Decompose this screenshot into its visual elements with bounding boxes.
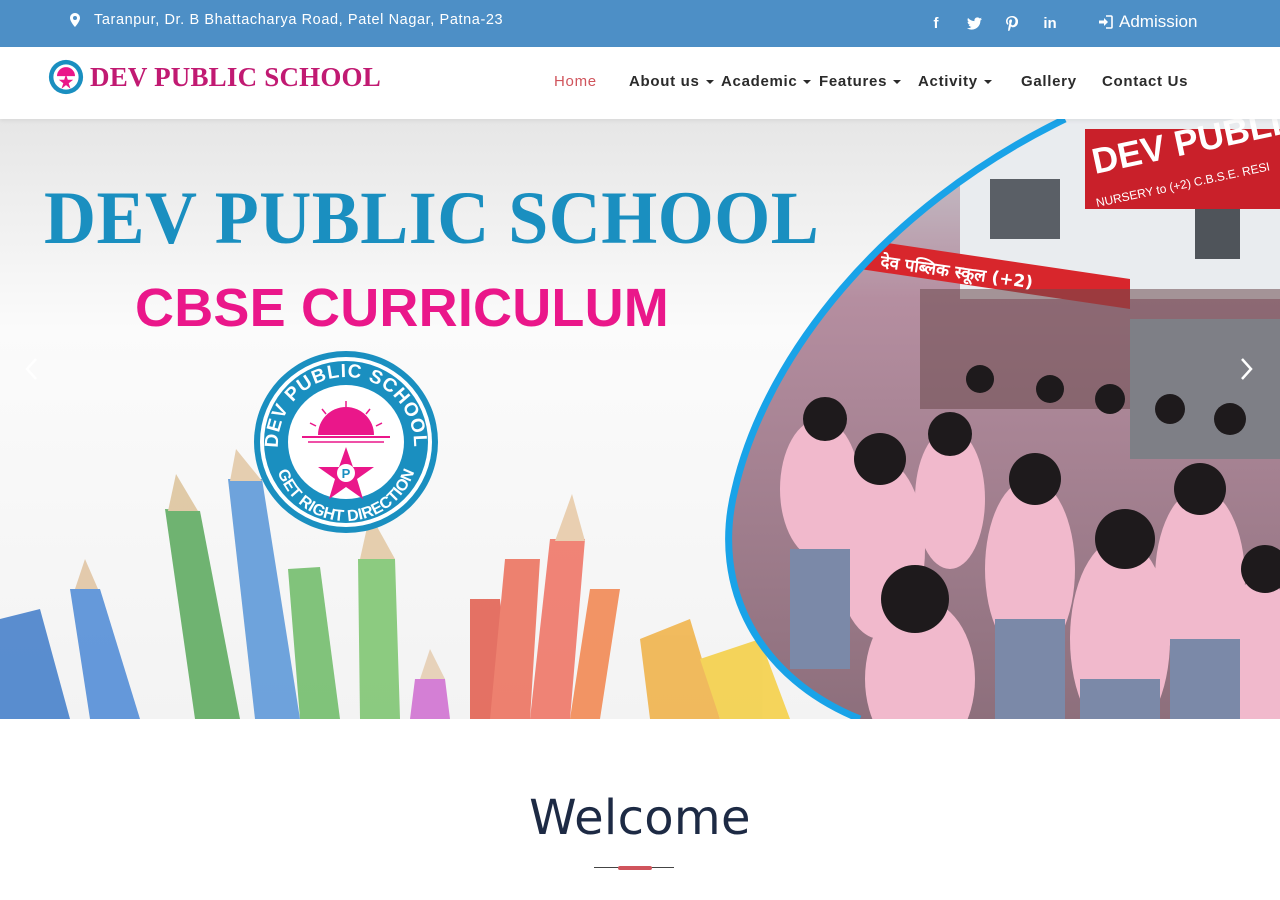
admission-label: Admission bbox=[1119, 12, 1198, 31]
nav-item-about-us[interactable]: About us bbox=[629, 73, 714, 90]
address: Taranpur, Dr. B Bhattacharya Road, Patel… bbox=[70, 12, 503, 28]
welcome-heading: Welcome bbox=[529, 790, 751, 846]
nav-item-label: Academic bbox=[721, 73, 798, 90]
twitter-icon[interactable] bbox=[966, 14, 982, 32]
main-navbar: DEV PUBLIC SCHOOL Home About us Academic… bbox=[0, 47, 1280, 119]
top-bar: Taranpur, Dr. B Bhattacharya Road, Patel… bbox=[0, 0, 1280, 47]
nav-item-label: Contact Us bbox=[1102, 73, 1189, 90]
nav-item-gallery[interactable]: Gallery bbox=[1021, 73, 1077, 90]
emblem-center-letter: P bbox=[342, 466, 351, 481]
hero-subtitle: CBSE CURRICULUM bbox=[135, 278, 669, 338]
caret-down-icon bbox=[705, 79, 714, 84]
pinterest-icon[interactable] bbox=[1004, 14, 1020, 32]
nav-item-label: Gallery bbox=[1021, 73, 1077, 90]
social-links: f in bbox=[928, 14, 1058, 32]
address-text: Taranpur, Dr. B Bhattacharya Road, Patel… bbox=[94, 12, 504, 28]
facebook-icon[interactable]: f bbox=[928, 14, 944, 32]
nav-item-label: Features bbox=[819, 73, 888, 90]
nav-item-activity[interactable]: Activity bbox=[918, 73, 992, 90]
admission-link[interactable]: Admission bbox=[1098, 12, 1197, 32]
hero-slider: DEV PUBLIC S NURSERY to (+2) C.B.S.E. RE… bbox=[0, 119, 1280, 719]
nav-item-home[interactable]: Home bbox=[554, 73, 597, 90]
nav-item-academic[interactable]: Academic bbox=[721, 73, 812, 90]
caret-down-icon bbox=[893, 79, 902, 84]
nav-item-label: About us bbox=[629, 73, 700, 90]
nav-item-contact-us[interactable]: Contact Us bbox=[1102, 73, 1188, 90]
nav-item-features[interactable]: Features bbox=[819, 73, 902, 90]
caret-down-icon bbox=[803, 79, 812, 84]
nav-item-label: Home bbox=[554, 73, 597, 90]
nav-item-label: Activity bbox=[918, 73, 978, 90]
heading-divider-accent bbox=[618, 866, 652, 870]
map-marker-icon bbox=[70, 13, 80, 27]
caret-down-icon bbox=[983, 79, 992, 84]
slider-next-arrow[interactable] bbox=[1236, 357, 1256, 381]
linkedin-icon[interactable]: in bbox=[1042, 14, 1058, 32]
slider-prev-arrow[interactable] bbox=[22, 357, 42, 381]
school-emblem: DEV PUBLIC SCHOOL GET RIGHT DIRECTION P bbox=[254, 351, 438, 533]
hero-title: DEV PUBLIC SCHOOL bbox=[44, 175, 820, 260]
sign-in-icon bbox=[1099, 15, 1113, 29]
nav-menu: Home About us Academic Features Activity… bbox=[0, 73, 1280, 93]
